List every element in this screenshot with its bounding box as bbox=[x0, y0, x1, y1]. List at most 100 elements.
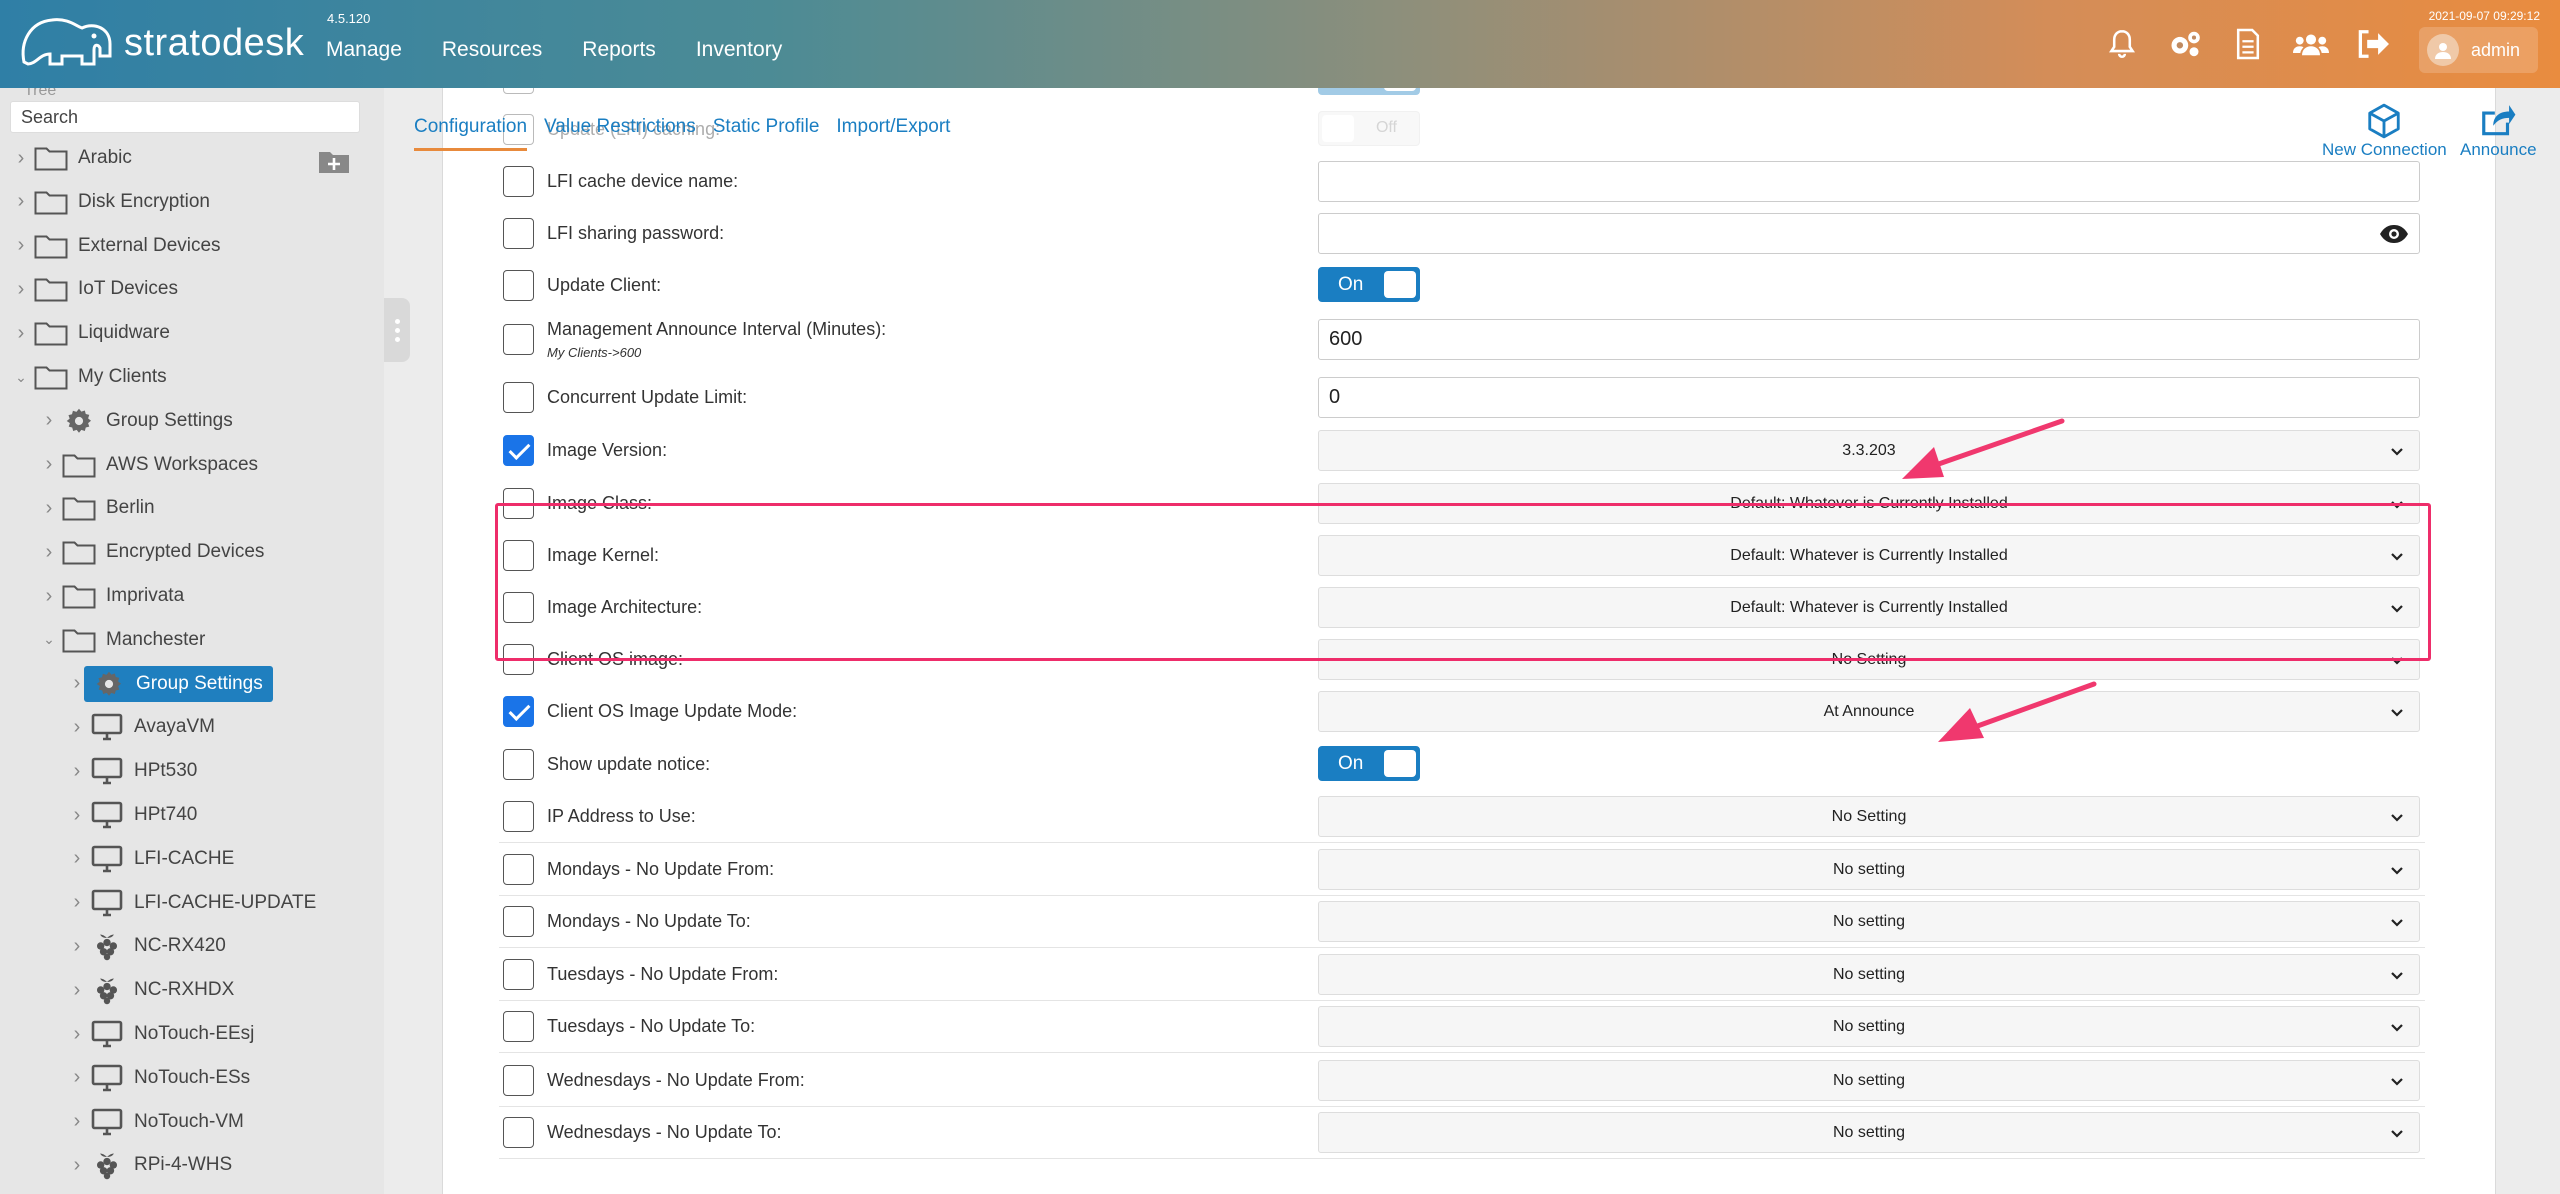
tab-import-export[interactable]: Import/Export bbox=[836, 116, 950, 151]
setting-select[interactable]: No setting bbox=[1318, 849, 2420, 890]
sidebar-item[interactable]: › HPt740 bbox=[70, 797, 197, 833]
users-icon[interactable] bbox=[2292, 26, 2329, 62]
sidebar-item[interactable]: ⌄ Manchester bbox=[42, 622, 205, 658]
sidebar-item[interactable]: › Imprivata bbox=[42, 578, 184, 614]
chevron-right-icon[interactable]: › bbox=[70, 716, 84, 739]
setting-checkbox[interactable] bbox=[503, 270, 534, 301]
toggle-switch[interactable]: On bbox=[1318, 746, 1420, 781]
sidebar-item[interactable]: › Berlin bbox=[42, 490, 155, 526]
sidebar-item[interactable]: › IoT Devices bbox=[14, 271, 178, 307]
chevron-right-icon[interactable]: › bbox=[42, 453, 56, 476]
sidebar-item[interactable]: › RPi-4-WHS bbox=[70, 1147, 232, 1183]
user-menu[interactable]: admin bbox=[2418, 27, 2538, 73]
chevron-right-icon[interactable]: › bbox=[70, 979, 84, 1002]
bell-icon[interactable] bbox=[2104, 26, 2140, 62]
nav-resources[interactable]: Resources bbox=[442, 38, 542, 62]
chevron-right-icon[interactable]: › bbox=[14, 322, 28, 345]
tab-configuration[interactable]: Configuration bbox=[414, 116, 528, 151]
tab-static-profile[interactable]: Static Profile bbox=[713, 116, 820, 151]
toggle-switch[interactable]: On bbox=[1318, 267, 1420, 302]
setting-select[interactable]: 3.3.203 bbox=[1318, 430, 2420, 471]
text-field[interactable]: 600 bbox=[1318, 319, 2420, 360]
setting-checkbox[interactable] bbox=[503, 906, 534, 937]
setting-checkbox[interactable] bbox=[503, 166, 534, 197]
search-input[interactable] bbox=[10, 101, 360, 133]
sidebar-item[interactable]: › HPt530 bbox=[70, 753, 197, 789]
sidebar-item[interactable]: › NoTouch-VM bbox=[70, 1104, 244, 1140]
setting-checkbox[interactable] bbox=[503, 854, 534, 885]
stratodesk-logo[interactable]: stratodesk bbox=[16, 12, 304, 74]
add-folder-icon[interactable] bbox=[318, 148, 350, 174]
chevron-right-icon[interactable]: › bbox=[42, 497, 56, 520]
setting-select[interactable]: No setting bbox=[1318, 901, 2420, 942]
setting-select[interactable]: No setting bbox=[1318, 1112, 2420, 1153]
setting-checkbox[interactable] bbox=[503, 435, 534, 466]
sidebar-item[interactable]: › Group Settings bbox=[70, 665, 273, 702]
sidebar-item[interactable]: › Encrypted Devices bbox=[42, 534, 264, 570]
sidebar-item[interactable]: › Group Settings bbox=[42, 403, 233, 439]
text-field[interactable]: 0 bbox=[1318, 377, 2420, 418]
setting-select[interactable]: No Setting bbox=[1318, 796, 2420, 837]
setting-select[interactable]: At Announce bbox=[1318, 691, 2420, 732]
chevron-right-icon[interactable]: › bbox=[70, 847, 84, 870]
chevron-right-icon[interactable]: › bbox=[14, 278, 28, 301]
setting-select[interactable]: No setting bbox=[1318, 954, 2420, 995]
sidebar-item[interactable]: › External Devices bbox=[14, 228, 221, 264]
sidebar-item[interactable]: › Arabic bbox=[14, 140, 132, 176]
chevron-right-icon[interactable]: › bbox=[70, 891, 84, 914]
chevron-right-icon[interactable]: › bbox=[70, 804, 84, 827]
chevron-down-icon[interactable]: ⌄ bbox=[14, 369, 28, 386]
password-field[interactable] bbox=[1318, 213, 2420, 254]
new-connection-button[interactable]: New Connection bbox=[2322, 102, 2447, 160]
chevron-right-icon[interactable]: › bbox=[14, 234, 28, 257]
toggle-switch[interactable]: On bbox=[1318, 88, 1420, 95]
toggle-switch[interactable]: Off bbox=[1318, 111, 1420, 146]
sidebar-item[interactable]: › NoTouch-ESs bbox=[70, 1060, 250, 1096]
chevron-right-icon[interactable]: › bbox=[14, 147, 28, 170]
sidebar-item[interactable]: › Liquidware bbox=[14, 315, 170, 351]
chevron-right-icon[interactable]: › bbox=[70, 1023, 84, 1046]
setting-select[interactable]: No setting bbox=[1318, 1006, 2420, 1047]
setting-checkbox[interactable] bbox=[503, 324, 534, 355]
nav-manage[interactable]: Manage bbox=[326, 38, 402, 62]
setting-checkbox[interactable] bbox=[503, 1065, 534, 1096]
logout-icon[interactable] bbox=[2356, 26, 2392, 62]
eye-icon[interactable] bbox=[2379, 224, 2409, 250]
setting-checkbox[interactable] bbox=[503, 1011, 534, 1042]
setting-checkbox[interactable] bbox=[503, 696, 534, 727]
sidebar-item[interactable]: › NC-RXHDX bbox=[70, 972, 234, 1008]
gears-icon[interactable] bbox=[2167, 26, 2203, 62]
text-field[interactable] bbox=[1318, 161, 2420, 202]
setting-checkbox[interactable] bbox=[503, 749, 534, 780]
sidebar-item[interactable]: › AvayaVM bbox=[70, 709, 215, 745]
setting-checkbox[interactable] bbox=[503, 218, 534, 249]
setting-checkbox[interactable] bbox=[503, 382, 534, 413]
chevron-right-icon[interactable]: › bbox=[42, 541, 56, 564]
chevron-right-icon[interactable]: › bbox=[70, 1110, 84, 1133]
setting-checkbox[interactable] bbox=[503, 801, 534, 832]
chevron-right-icon[interactable]: › bbox=[70, 760, 84, 783]
announce-button[interactable]: Announce bbox=[2460, 102, 2537, 160]
chevron-right-icon[interactable]: › bbox=[42, 585, 56, 608]
chevron-right-icon[interactable]: › bbox=[42, 409, 56, 432]
sidebar-item[interactable]: › NC-RX420 bbox=[70, 928, 226, 964]
chevron-right-icon[interactable]: › bbox=[70, 1066, 84, 1089]
sidebar-splitter-handle[interactable] bbox=[384, 298, 410, 362]
setting-checkbox[interactable] bbox=[503, 959, 534, 990]
tab-value-restrictions[interactable]: Value Restrictions bbox=[544, 116, 696, 151]
sidebar-item[interactable]: › NoTouch-EEsj bbox=[70, 1016, 254, 1052]
chevron-right-icon[interactable]: › bbox=[70, 935, 84, 958]
chevron-right-icon[interactable]: › bbox=[70, 1154, 84, 1177]
nav-reports[interactable]: Reports bbox=[582, 38, 656, 62]
chevron-right-icon[interactable]: › bbox=[70, 672, 84, 695]
sidebar-item[interactable]: › LFI-CACHE-UPDATE bbox=[70, 885, 316, 921]
sidebar-item[interactable]: › Disk Encryption bbox=[14, 184, 210, 220]
sidebar-item[interactable]: › LFI-CACHE bbox=[70, 841, 234, 877]
sidebar-item[interactable]: ⌄ My Clients bbox=[14, 359, 167, 395]
setting-select[interactable]: No setting bbox=[1318, 1060, 2420, 1101]
setting-checkbox[interactable] bbox=[503, 88, 534, 94]
chevron-down-icon[interactable]: ⌄ bbox=[42, 631, 56, 648]
document-icon[interactable] bbox=[2230, 26, 2266, 62]
setting-checkbox[interactable] bbox=[503, 1117, 534, 1148]
nav-inventory[interactable]: Inventory bbox=[696, 38, 782, 62]
